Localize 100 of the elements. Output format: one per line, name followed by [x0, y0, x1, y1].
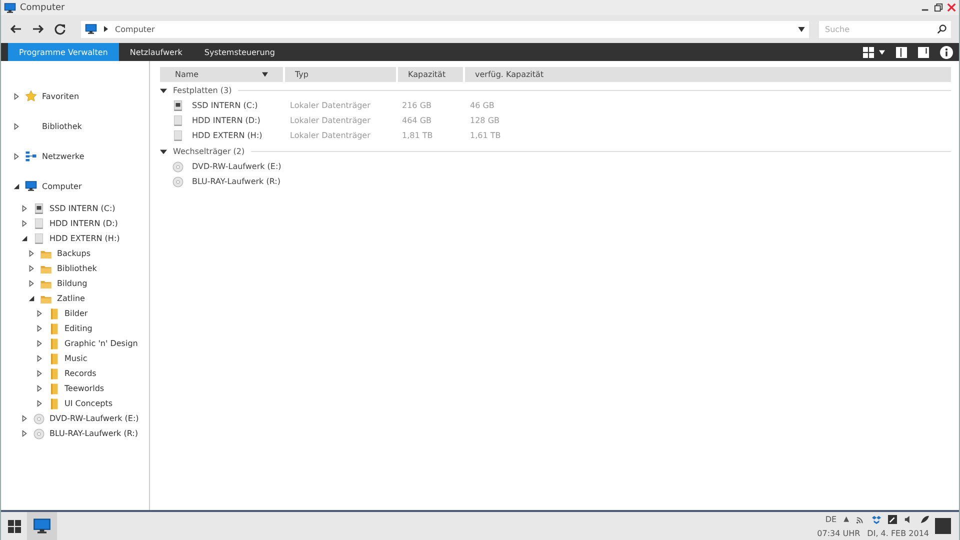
table-cell-text: Lokaler Datenträger	[290, 101, 372, 110]
expand-arrow-icon[interactable]	[28, 265, 35, 272]
column-header[interactable]: verfüg. Kapazität	[465, 67, 951, 82]
drive-name[interactable]: SSD INTERN (C:)	[192, 101, 258, 110]
group-header[interactable]: Festplatten (3)	[173, 86, 232, 95]
tree-item[interactable]: Teeworlds	[64, 384, 104, 393]
drive-name[interactable]: HDD EXTERN (H:)	[192, 131, 262, 140]
forward-arrow-icon[interactable]	[31, 22, 45, 36]
tree-item[interactable]: Bilder	[64, 309, 88, 318]
tree-item[interactable]: Backups	[57, 249, 90, 258]
tree-item[interactable]: DVD-RW-Laufwerk (E:)	[50, 414, 139, 423]
back-arrow-icon[interactable]	[9, 22, 23, 36]
drive-name[interactable]: HDD INTERN (D:)	[192, 116, 260, 125]
collapse-arrow-icon[interactable]	[13, 182, 20, 190]
address-bar[interactable]: Computer	[81, 20, 809, 38]
table-cell-text: 1,81 TB	[402, 131, 434, 140]
search-icon[interactable]	[937, 24, 947, 34]
expand-arrow-icon[interactable]	[13, 92, 20, 100]
collapse-arrow-icon[interactable]	[160, 87, 167, 94]
language-indicator[interactable]: DE	[825, 514, 837, 524]
collapse-arrow-icon[interactable]	[28, 295, 35, 302]
expand-arrow-icon[interactable]	[36, 385, 42, 392]
column-header[interactable]: Typ	[285, 67, 396, 82]
drive-icon	[32, 218, 44, 230]
window-title: Computer	[20, 2, 65, 12]
info-icon[interactable]	[940, 46, 953, 58]
tree-item[interactable]: Computer	[42, 182, 82, 190]
tree-item[interactable]: Zatline	[57, 294, 85, 303]
tree-item[interactable]: SSD INTERN (C:)	[50, 204, 116, 213]
expand-arrow-icon[interactable]	[36, 370, 42, 377]
tab[interactable]: Programme Verwalten	[8, 43, 119, 61]
tree-item[interactable]: Bildung	[57, 279, 88, 288]
tab[interactable]: Netzlaufwerk	[118, 43, 194, 61]
expand-arrow-icon[interactable]	[28, 280, 35, 287]
expand-arrow-icon[interactable]	[28, 250, 35, 257]
table-cell-text: Lokaler Datenträger	[290, 116, 372, 125]
leaf-icon[interactable]	[920, 514, 929, 524]
refresh-icon[interactable]	[53, 22, 67, 36]
tree-item[interactable]: Records	[64, 369, 96, 378]
dropdown-arrow-icon[interactable]	[798, 26, 805, 32]
expand-arrow-icon[interactable]	[36, 400, 42, 407]
restore-icon[interactable]	[934, 3, 943, 12]
collapse-arrow-icon[interactable]	[20, 235, 28, 242]
table-cell-text: 464 GB	[402, 116, 432, 125]
table-cell-text: 216 GB	[402, 101, 432, 110]
taskbar-app[interactable]	[27, 512, 57, 540]
tree-item[interactable]: Graphic 'n' Design	[64, 339, 138, 348]
expand-arrow-icon[interactable]	[36, 310, 42, 317]
tab[interactable]: Systemsteuerung	[193, 43, 286, 61]
disc-icon	[172, 176, 184, 188]
disc-icon	[172, 160, 184, 172]
clock-time[interactable]: 07:34 UHR	[817, 528, 860, 538]
tree-item[interactable]: UI Concepts	[64, 399, 113, 408]
close-icon[interactable]	[947, 3, 956, 12]
table-cell-text: Lokaler Datenträger	[290, 131, 372, 140]
drive-icon	[32, 232, 44, 244]
breadcrumb[interactable]: Computer	[115, 24, 155, 34]
disc-icon	[32, 428, 44, 440]
drive-name[interactable]: DVD-RW-Laufwerk (E:)	[192, 162, 282, 171]
expand-arrow-icon[interactable]	[36, 355, 42, 362]
tree-item[interactable]: HDD INTERN (D:)	[50, 219, 118, 228]
expand-arrow-icon[interactable]	[36, 325, 42, 332]
clock-date[interactable]: DI, 4. FEB 2014	[867, 528, 929, 538]
column-header[interactable]: Name	[160, 67, 283, 82]
column-header[interactable]: Kapazität	[398, 67, 463, 82]
group-header[interactable]: Wechselträger (2)	[173, 147, 245, 156]
tree-item[interactable]: Music	[64, 354, 88, 363]
monitor-icon	[85, 23, 97, 35]
network-icon	[25, 150, 37, 162]
tree-item[interactable]: Editing	[64, 324, 92, 333]
drive-icon	[172, 100, 184, 112]
disc-icon	[32, 412, 44, 424]
tree-item[interactable]: Favoriten	[42, 92, 80, 100]
tree-item[interactable]: Bibliothek	[57, 264, 97, 273]
tree-item[interactable]: Netzwerke	[42, 152, 84, 160]
start-icon[interactable]	[8, 520, 20, 532]
tree-item[interactable]: BLU-RAY-Laufwerk (R:)	[50, 429, 138, 438]
tree-item[interactable]: Bibliothek	[42, 122, 82, 130]
sort-arrow-icon[interactable]	[262, 72, 268, 77]
expand-arrow-icon[interactable]	[20, 220, 28, 227]
grid-view-icon[interactable]	[863, 46, 874, 58]
drive-name[interactable]: BLU-RAY-Laufwerk (R:)	[192, 177, 280, 186]
box-icon[interactable]	[872, 514, 881, 524]
square-app-icon[interactable]	[888, 514, 897, 524]
expand-arrow-icon[interactable]	[20, 430, 28, 437]
expand-arrow-icon[interactable]	[20, 205, 28, 212]
drive-icon	[172, 130, 184, 142]
search-box[interactable]: Suche	[819, 20, 951, 38]
wifi-icon[interactable]	[856, 514, 865, 524]
expand-arrow-icon[interactable]	[13, 152, 20, 160]
table-cell: 128 GB	[470, 116, 500, 125]
tree-item[interactable]: HDD EXTERN (H:)	[50, 234, 120, 243]
right-pane-icon[interactable]	[918, 46, 929, 58]
drive-icon	[172, 114, 184, 126]
expand-arrow-icon[interactable]	[20, 415, 28, 422]
monitor-icon	[33, 517, 51, 535]
expand-arrow-icon[interactable]	[13, 122, 20, 130]
left-pane-icon[interactable]	[896, 46, 907, 58]
expand-arrow-icon[interactable]	[36, 340, 42, 347]
collapse-arrow-icon[interactable]	[160, 148, 167, 155]
